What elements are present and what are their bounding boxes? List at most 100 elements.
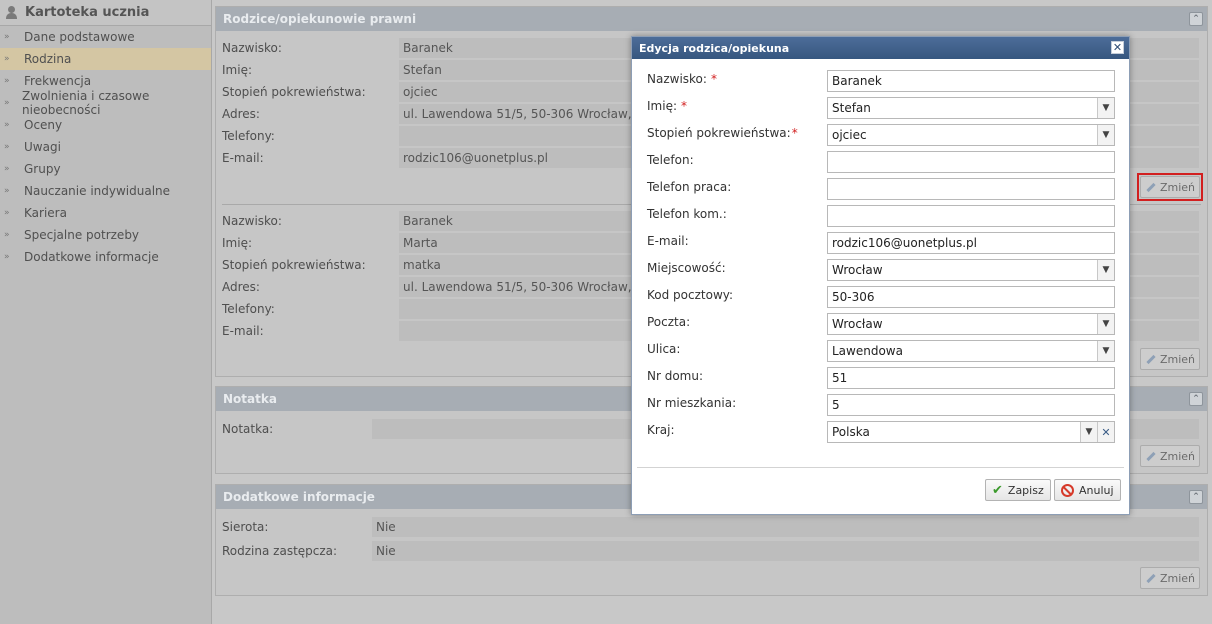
sidebar-item-zwolnienia[interactable]: » Zwolnienia i czasowe nieobecności (0, 89, 211, 117)
chevron-icon: » (4, 230, 10, 240)
address-label: Adres: (222, 280, 260, 294)
mobile-phone-input[interactable] (827, 205, 1115, 227)
save-button[interactable]: ✔ Zapisz (985, 479, 1051, 501)
surname-input[interactable]: Baranek (827, 70, 1115, 92)
first-name-select[interactable]: Stefan ▼ (827, 97, 1115, 119)
sidebar-item-rodzina[interactable]: » Rodzina (0, 48, 211, 70)
first-name-label: Imię: (222, 236, 252, 250)
chevron-icon: » (4, 54, 10, 64)
collapse-icon[interactable]: ⌃ (1189, 12, 1203, 26)
parents-panel-title: Rodzice/opiekunowie prawni (223, 12, 417, 26)
sidebar-item-oceny[interactable]: » Oceny (0, 114, 211, 136)
foster-label: Rodzina zastępcza: (222, 544, 338, 558)
postal-code-input[interactable]: 50-306 (827, 286, 1115, 308)
cancel-icon (1061, 483, 1074, 497)
edit-parent1-button[interactable]: Zmień (1140, 176, 1200, 198)
sidebar-item-label: Frekwencja (24, 74, 92, 88)
email-value: rodzic106@uonetplus.pl (832, 236, 977, 250)
sidebar-item-dodatkowe-informacje[interactable]: » Dodatkowe informacje (0, 246, 211, 268)
edit-note-button[interactable]: Zmień (1140, 445, 1200, 467)
required-mark: * (791, 126, 798, 140)
collapse-icon[interactable]: ⌃ (1189, 490, 1203, 504)
sidebar-item-label: Dane podstawowe (24, 30, 135, 44)
email-label: E-mail: (222, 151, 264, 165)
field-post-office: Poczta: Wrocław ▼ (632, 313, 1129, 335)
phone-label: Telefon: (647, 153, 694, 167)
note-label: Notatka: (222, 422, 274, 436)
pencil-icon (1145, 451, 1156, 462)
relation-label: Stopień pokrewieństwa: (222, 258, 366, 272)
city-label: Miejscowość: (647, 261, 726, 275)
sidebar-item-label: Uwagi (24, 140, 61, 154)
postal-code-label: Kod pocztowy: (647, 288, 734, 302)
surname-value: Baranek (832, 74, 882, 88)
edit-extra-info-button[interactable]: Zmień (1140, 567, 1200, 589)
chevron-down-icon[interactable]: ▼ (1097, 260, 1114, 280)
extra-info-panel-title: Dodatkowe informacje (223, 490, 375, 504)
field-postal-code: Kod pocztowy: 50-306 (632, 286, 1129, 308)
post-office-value: Wrocław (832, 317, 883, 331)
first-name-label: Imię: (647, 99, 677, 113)
street-label: Ulica: (647, 342, 681, 356)
apartment-no-input[interactable]: 5 (827, 394, 1115, 416)
foster-row: Rodzina zastępcza: Nie (216, 541, 1209, 561)
house-no-input[interactable]: 51 (827, 367, 1115, 389)
clear-icon[interactable]: ✕ (1097, 422, 1114, 442)
city-select[interactable]: Wrocław ▼ (827, 259, 1115, 281)
work-phone-input[interactable] (827, 178, 1115, 200)
house-no-label: Nr domu: (647, 369, 704, 383)
street-select[interactable]: Lawendowa ▼ (827, 340, 1115, 362)
relation-select[interactable]: ojciec ▼ (827, 124, 1115, 146)
chevron-down-icon[interactable]: ▼ (1097, 98, 1114, 118)
edit-button-label: Zmień (1159, 449, 1196, 463)
phone-input[interactable] (827, 151, 1115, 173)
post-office-select[interactable]: Wrocław ▼ (827, 313, 1115, 335)
sidebar-header: Kartoteka ucznia (0, 0, 211, 26)
chevron-icon: » (4, 208, 10, 218)
chevron-icon: » (4, 164, 10, 174)
note-panel-title: Notatka (223, 392, 277, 406)
country-value: Polska (832, 425, 870, 439)
chevron-icon: » (4, 76, 10, 86)
sidebar-item-dane-podstawowe[interactable]: » Dane podstawowe (0, 26, 211, 48)
chevron-down-icon[interactable]: ▼ (1097, 314, 1114, 334)
cancel-button[interactable]: Anuluj (1054, 479, 1121, 501)
save-label: Zapisz (1007, 483, 1044, 497)
sidebar-item-nauczanie[interactable]: » Nauczanie indywidualne (0, 180, 211, 202)
edit-parent-dialog: Edycja rodzica/opiekuna ✕ Nazwisko: * Bar… (631, 36, 1130, 515)
post-office-label: Poczta: (647, 315, 691, 329)
chevron-down-icon[interactable]: ▼ (1097, 341, 1114, 361)
orphan-value: Nie (372, 517, 1199, 537)
email-input[interactable]: rodzic106@uonetplus.pl (827, 232, 1115, 254)
phones-label: Telefony: (222, 302, 275, 316)
relation-value: ojciec (832, 128, 867, 142)
chevron-icon: » (4, 32, 10, 42)
parents-panel-header: Rodzice/opiekunowie prawni ⌃ (216, 7, 1207, 31)
phones-label: Telefony: (222, 129, 275, 143)
pencil-icon (1145, 354, 1156, 365)
country-select[interactable]: Polska ▼ ✕ (827, 421, 1115, 443)
country-label: Kraj: (647, 423, 675, 437)
email-label: E-mail: (647, 234, 689, 248)
sidebar-item-uwagi[interactable]: » Uwagi (0, 136, 211, 158)
sidebar-item-kariera[interactable]: » Kariera (0, 202, 211, 224)
chevron-icon: » (4, 186, 10, 196)
work-phone-label: Telefon praca: (647, 180, 732, 194)
chevron-down-icon[interactable]: ▼ (1097, 125, 1114, 145)
city-value: Wrocław (832, 263, 883, 277)
sidebar-item-specjalne-potrzeby[interactable]: » Specjalne potrzeby (0, 224, 211, 246)
surname-label: Nazwisko: (647, 72, 707, 86)
field-city: Miejscowość: Wrocław ▼ (632, 259, 1129, 281)
edit-parent2-button[interactable]: Zmień (1140, 348, 1200, 370)
chevron-icon: » (4, 120, 10, 130)
checkmark-icon: ✔ (992, 482, 1003, 498)
chevron-down-icon[interactable]: ▼ (1080, 422, 1097, 442)
close-icon[interactable]: ✕ (1111, 41, 1124, 54)
collapse-icon[interactable]: ⌃ (1189, 392, 1203, 406)
field-country: Kraj: Polska ▼ ✕ (632, 421, 1129, 443)
sidebar-item-grupy[interactable]: » Grupy (0, 158, 211, 180)
sidebar-item-label: Nauczanie indywidualne (24, 184, 171, 198)
orphan-label: Sierota: (222, 520, 269, 534)
required-mark: * (681, 99, 687, 113)
edit-button-label: Zmień (1159, 571, 1196, 585)
